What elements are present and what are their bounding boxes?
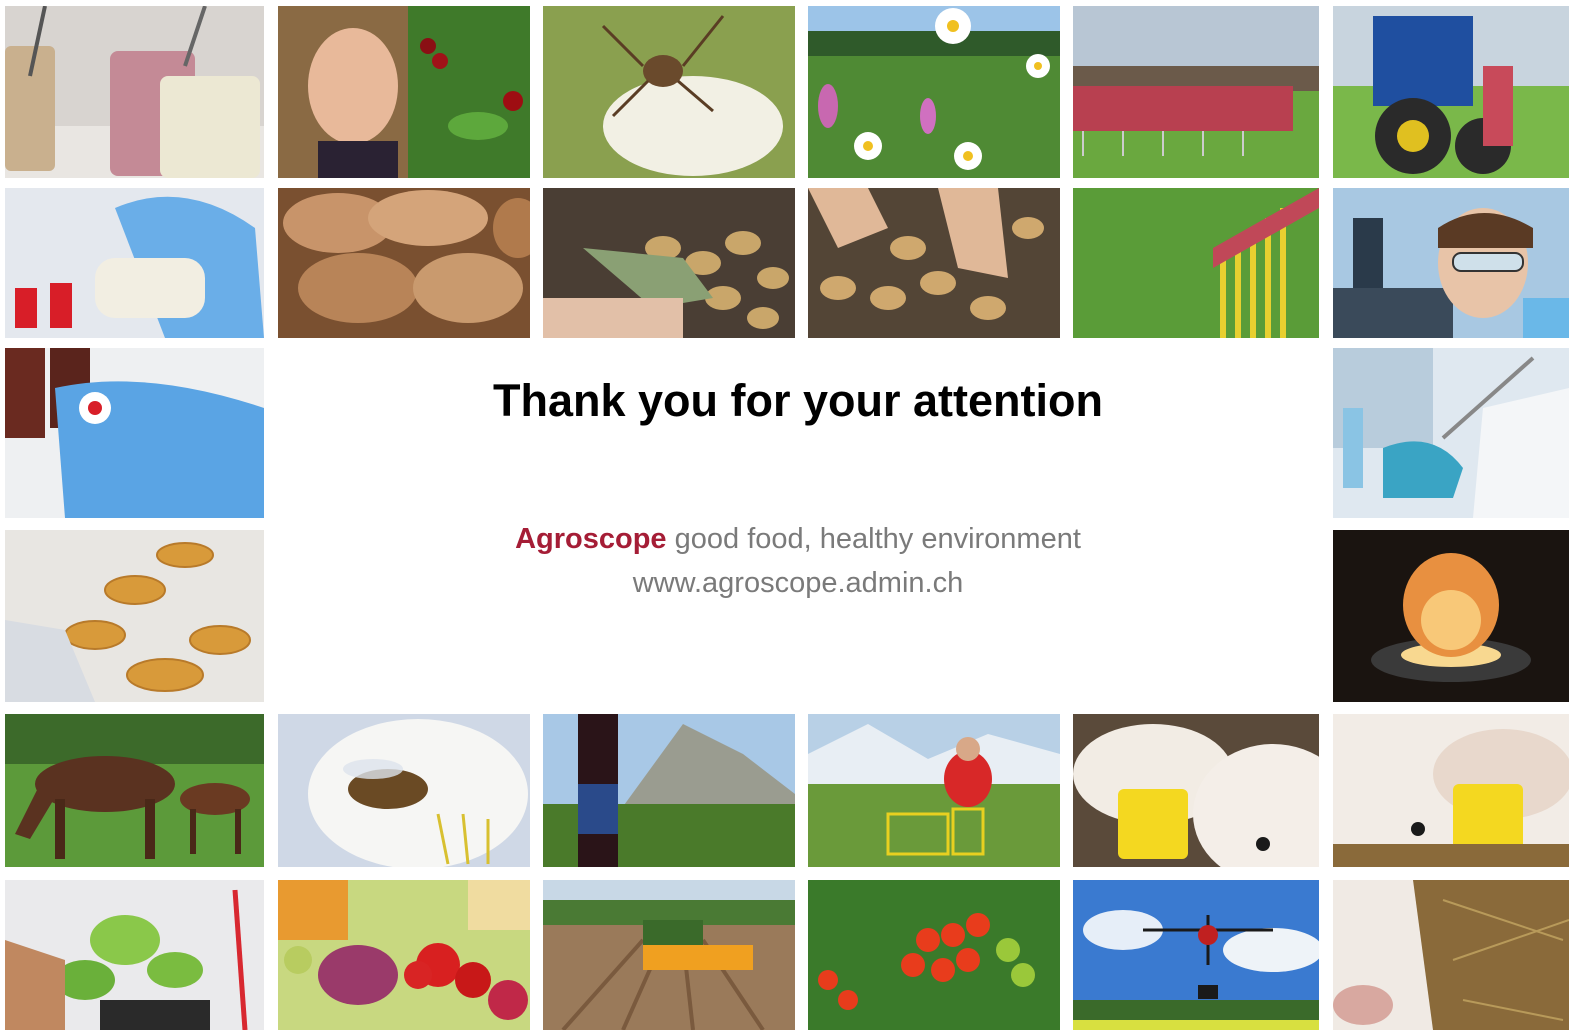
- photo-bread-loaves: [278, 188, 530, 338]
- photo-calf-ear-tag-closeup: [1333, 714, 1569, 867]
- photo-yogurt-jars: [5, 6, 264, 178]
- photo-vegetables-fruit-cheese: [278, 880, 530, 1030]
- photo-field-spreader-hoses: [1073, 188, 1319, 338]
- brand-name: Agroscope: [515, 523, 667, 555]
- tagline-text: good food, healthy environment: [674, 523, 1081, 555]
- photo-lab-dropper-bottles: [5, 348, 264, 518]
- photo-horses-grazing: [5, 714, 264, 867]
- photo-wine-bottle-vineyard: [543, 714, 795, 867]
- photo-onion-candling-lamp: [1333, 530, 1569, 702]
- photo-calf-in-straw: [1333, 880, 1569, 1030]
- closing-message: Thank you for your attention Agroscope g…: [270, 345, 1326, 705]
- photo-lab-pouring-sample: [5, 188, 264, 338]
- photo-plant-seedling-pot: [5, 880, 264, 1030]
- website-link[interactable]: www.agroscope.admin.ch: [270, 567, 1326, 600]
- photo-calf-ear-tag: [1073, 714, 1319, 867]
- photo-petri-dishes: [5, 530, 264, 702]
- photo-blue-tractor: [1333, 6, 1569, 178]
- photo-alpine-field-researcher: [808, 714, 1060, 867]
- tagline: Agroscope good food, healthy environment: [270, 523, 1326, 556]
- photo-woman-picking-cherries: [278, 6, 530, 178]
- photo-lab-pipette-flask: [1333, 348, 1569, 518]
- photo-wildflower-meadow: [808, 6, 1060, 178]
- photo-spider-on-blossom: [543, 6, 795, 178]
- photo-bee-on-flower: [278, 714, 530, 867]
- photo-potato-sorting-gloves: [543, 188, 795, 338]
- photo-drone-sky: [1073, 880, 1319, 1030]
- photo-scientist-microscope: [1333, 188, 1569, 338]
- photo-tractor-planting-field: [543, 880, 795, 1030]
- slide-title: Thank you for your attention: [492, 375, 1103, 426]
- photo-tomatoes-greenhouse: [808, 880, 1060, 1030]
- photo-tractor-slurry-spreader: [1073, 6, 1319, 178]
- photo-potato-sorting-hands: [808, 188, 1060, 338]
